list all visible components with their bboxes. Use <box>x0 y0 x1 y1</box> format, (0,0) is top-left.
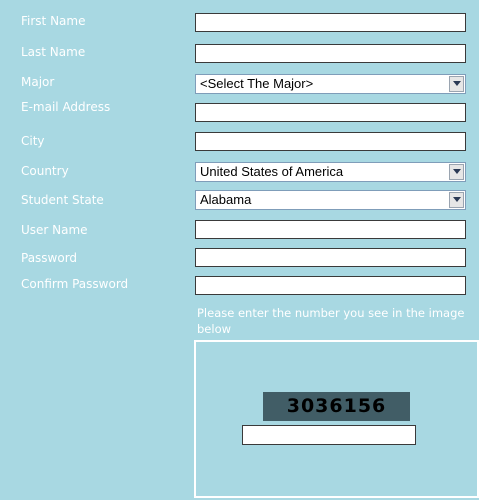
captcha-input[interactable] <box>242 425 416 445</box>
user-name-label: User Name <box>21 223 88 237</box>
confirm-password-label: Confirm Password <box>21 277 129 291</box>
country-selected-value: United States of America <box>200 164 344 179</box>
last-name-label: Last Name <box>21 45 86 59</box>
password-field[interactable] <box>195 248 466 267</box>
email-label: E-mail Address <box>21 100 111 114</box>
major-label: Major <box>21 75 55 89</box>
student-state-select[interactable]: Alabama <box>195 190 466 210</box>
chevron-down-icon[interactable] <box>449 76 464 92</box>
city-label: City <box>21 134 45 148</box>
country-select[interactable]: United States of America <box>195 162 466 182</box>
captcha-panel: 3036156 <box>194 340 479 498</box>
captcha-image: 3036156 <box>263 392 410 421</box>
confirm-password-field[interactable] <box>195 276 466 295</box>
chevron-down-icon[interactable] <box>449 192 464 208</box>
first-name-label: First Name <box>21 14 86 28</box>
email-field[interactable] <box>195 103 466 122</box>
last-name-field[interactable] <box>195 44 466 63</box>
chevron-down-icon[interactable] <box>449 164 464 180</box>
user-name-field[interactable] <box>195 220 466 239</box>
first-name-field[interactable] <box>195 13 466 32</box>
major-selected-value: <Select The Major> <box>200 76 314 91</box>
password-label: Password <box>21 251 78 265</box>
student-state-selected-value: Alabama <box>200 192 252 207</box>
city-field[interactable] <box>195 132 466 151</box>
major-select[interactable]: <Select The Major> <box>195 74 466 94</box>
captcha-hint: Please enter the number you see in the i… <box>197 306 465 336</box>
student-state-label: Student State <box>21 193 104 207</box>
country-label: Country <box>21 164 69 178</box>
